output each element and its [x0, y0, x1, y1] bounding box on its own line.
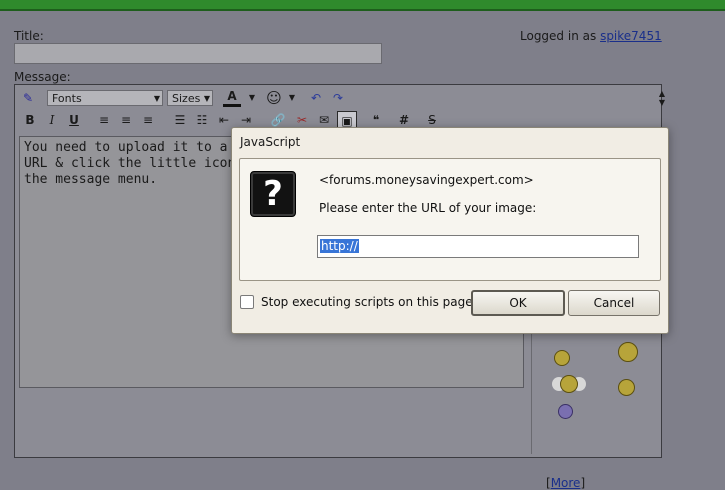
smiley-happy-icon[interactable] — [618, 379, 635, 396]
chevron-down-icon[interactable]: ▼ — [243, 89, 261, 107]
undo-icon[interactable]: ↶ — [307, 89, 325, 107]
image-url-input[interactable]: http:// — [317, 235, 639, 258]
numbered-list-icon[interactable]: ☰ — [171, 111, 189, 129]
dialog-title: JavaScript — [240, 135, 301, 149]
align-right-icon[interactable]: ≡ — [139, 111, 157, 129]
chevron-down-icon[interactable]: ▼ — [283, 89, 301, 107]
more-smilies-link[interactable]: More — [551, 476, 581, 490]
chevron-down-icon: ▼ — [153, 94, 160, 103]
text-color-icon[interactable]: A — [223, 89, 241, 107]
stop-scripts-checkbox[interactable] — [240, 295, 254, 309]
bullet-list-icon[interactable]: ☷ — [193, 111, 211, 129]
title-label: Title: — [14, 29, 44, 43]
site-header-bar — [0, 0, 725, 11]
align-center-icon[interactable]: ≡ — [117, 111, 135, 129]
bold-button[interactable]: B — [21, 111, 39, 129]
italic-button[interactable]: I — [43, 111, 61, 129]
redo-icon[interactable]: ↷ — [329, 89, 347, 107]
username-link[interactable]: spike7451 — [600, 29, 662, 43]
smiley-angel-icon[interactable] — [560, 375, 578, 393]
image-url-input-value: http:// — [320, 239, 359, 253]
logged-in-text: Logged in as — [520, 29, 597, 43]
chevron-down-icon: ▼ — [203, 94, 210, 103]
dialog-origin: <forums.moneysavingexpert.com> — [319, 173, 534, 187]
smiley-icon[interactable]: ☺ — [265, 89, 283, 107]
sizes-select[interactable]: Sizes ▼ — [167, 90, 213, 106]
stop-scripts-label[interactable]: Stop executing scripts on this page — [261, 295, 473, 309]
remove-format-icon[interactable]: ✎ — [19, 89, 37, 107]
align-left-icon[interactable]: ≡ — [95, 111, 113, 129]
resize-toggle-icon[interactable]: ▲ ▼ — [653, 89, 671, 107]
dialog-content-panel: ? <forums.moneysavingexpert.com> Please … — [239, 158, 661, 281]
underline-button[interactable]: U — [65, 111, 83, 129]
question-icon: ? — [250, 171, 296, 217]
javascript-prompt-dialog: JavaScript ? <forums.moneysavingexpert.c… — [231, 127, 669, 334]
fonts-select[interactable]: Fonts ▼ — [47, 90, 163, 106]
outdent-icon[interactable]: ⇤ — [215, 111, 233, 129]
fonts-select-value: Fonts — [52, 92, 82, 105]
message-label: Message: — [14, 70, 71, 84]
smiley-clock-icon[interactable] — [554, 350, 570, 366]
smiley-bunny-icon[interactable] — [618, 342, 638, 362]
dialog-prompt: Please enter the URL of your image: — [319, 201, 537, 215]
cancel-button[interactable]: Cancel — [568, 290, 660, 316]
toolbar-row-1: ✎ Fonts ▼ Sizes ▼ A ▼ ☺ ▼ ↶ ↷ ▲ ▼ — [17, 87, 665, 109]
ok-button[interactable]: OK — [471, 290, 565, 316]
sizes-select-value: Sizes — [172, 92, 201, 105]
title-input[interactable] — [14, 43, 382, 64]
more-smilies: [More] — [546, 476, 586, 490]
login-status: Logged in as spike7451 — [520, 29, 662, 43]
smiley-sad-icon[interactable] — [558, 404, 573, 419]
